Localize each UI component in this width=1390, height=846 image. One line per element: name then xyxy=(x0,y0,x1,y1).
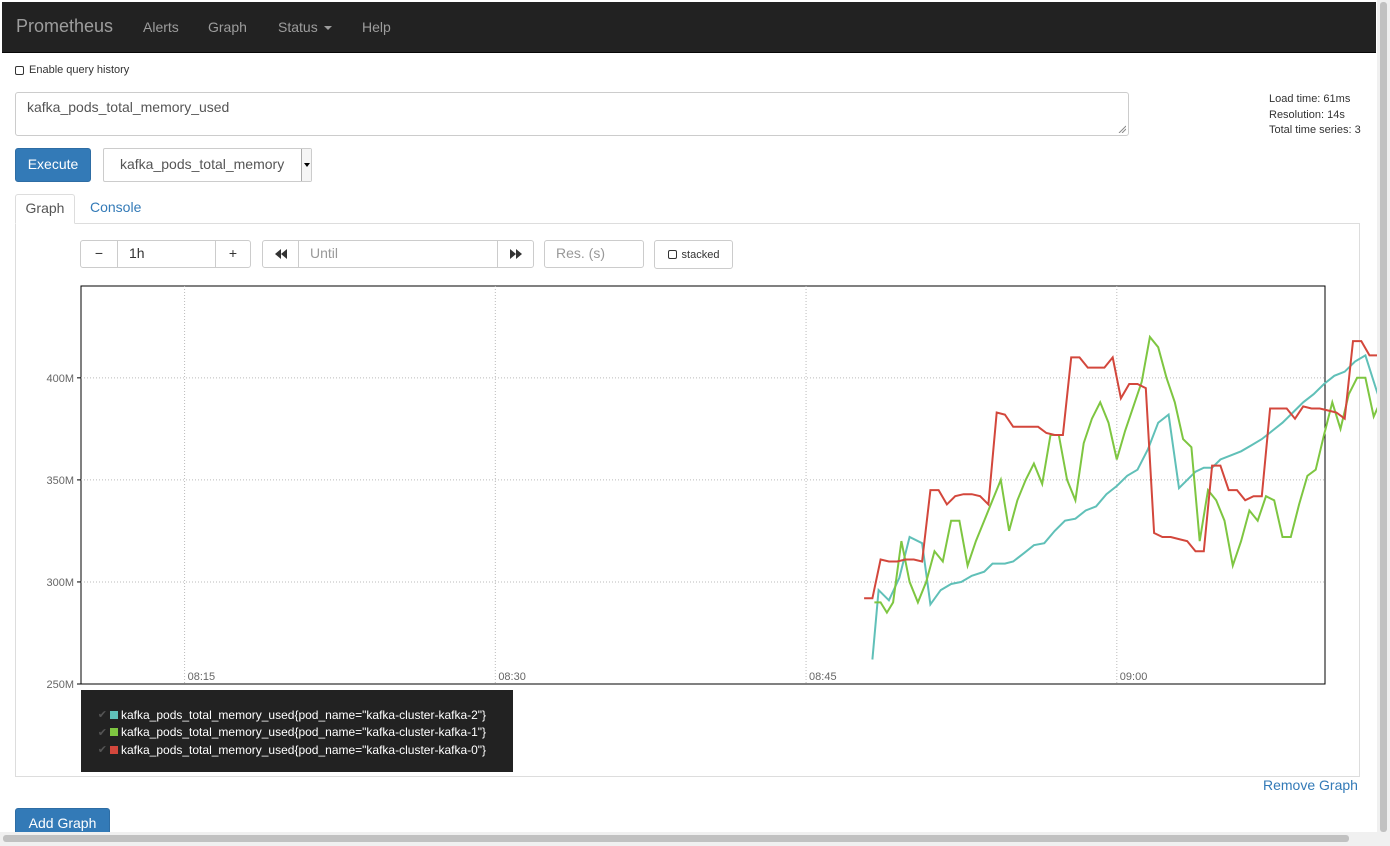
legend-swatch xyxy=(110,728,118,737)
x-tick-label: 08:30 xyxy=(498,671,526,683)
y-tick-label: 350M xyxy=(46,475,74,487)
y-tick-label: 400M xyxy=(46,373,74,385)
check-icon: ✔ xyxy=(97,726,107,739)
legend-label: kafka_pods_total_memory_used{pod_name="k… xyxy=(121,725,487,740)
check-icon: ✔ xyxy=(97,709,107,722)
vertical-scrollbar[interactable] xyxy=(1377,0,1390,846)
legend-swatch xyxy=(110,710,118,719)
horizontal-scroll-thumb[interactable] xyxy=(3,835,1349,842)
y-tick-label: 250M xyxy=(46,679,74,691)
x-tick-label: 08:15 xyxy=(188,671,216,683)
legend-item-kafka-1[interactable]: ✔ kafka_pods_total_memory_used{pod_name=… xyxy=(81,724,513,742)
legend-item-kafka-0[interactable]: ✔ kafka_pods_total_memory_used{pod_name=… xyxy=(81,741,513,759)
horizontal-scrollbar[interactable] xyxy=(0,832,1377,846)
legend-label: kafka_pods_total_memory_used{pod_name="k… xyxy=(121,742,487,757)
legend-item-kafka-2[interactable]: ✔ kafka_pods_total_memory_used{pod_name=… xyxy=(81,706,513,724)
legend-swatch xyxy=(110,745,118,754)
legend: ✔ kafka_pods_total_memory_used{pod_name=… xyxy=(81,690,513,772)
x-tick-label: 09:00 xyxy=(1120,671,1148,683)
check-icon: ✔ xyxy=(97,744,107,757)
remove-graph-link[interactable]: Remove Graph xyxy=(1263,777,1358,793)
y-axis: 250M 300M 350M 400M xyxy=(46,373,81,691)
x-tick-label: 08:45 xyxy=(809,671,837,683)
vertical-scroll-thumb[interactable] xyxy=(1380,2,1387,832)
y-tick-label: 300M xyxy=(46,577,74,589)
legend-label: kafka_pods_total_memory_used{pod_name="k… xyxy=(121,707,487,722)
plot-area xyxy=(80,285,1326,685)
